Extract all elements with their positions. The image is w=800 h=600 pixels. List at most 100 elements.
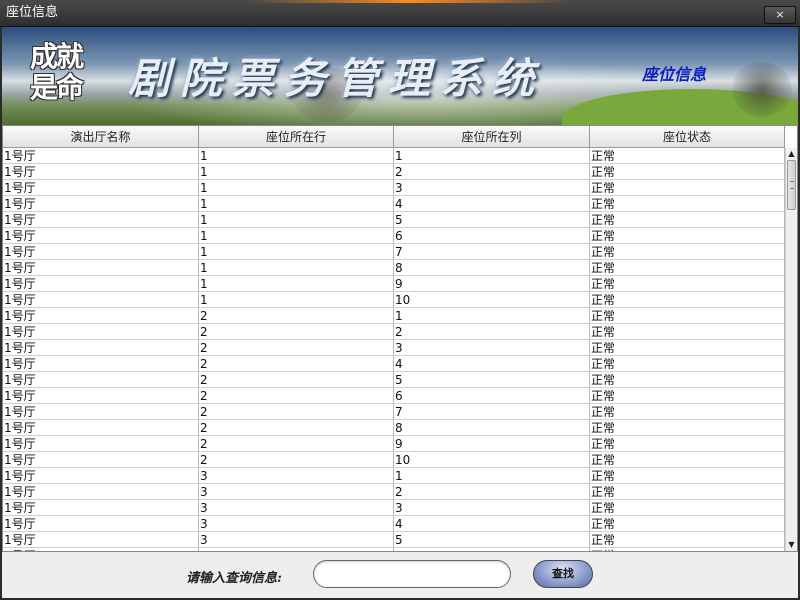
cell-column: 1: [394, 308, 590, 324]
cell-column: 9: [394, 436, 590, 452]
cell-status: 正常: [590, 356, 785, 372]
table-row[interactable]: 1号厅 2 8 正常: [3, 420, 785, 436]
cell-row: 1: [199, 148, 394, 164]
table-row[interactable]: 1号厅 2 10 正常: [3, 452, 785, 468]
cell-row: 3: [199, 516, 394, 532]
cell-status: 正常: [590, 372, 785, 388]
cell-hall: 1号厅: [3, 500, 199, 516]
cell-column: 4: [394, 516, 590, 532]
cell-row: 3: [199, 484, 394, 500]
cell-hall: 1号厅: [3, 228, 199, 244]
cell-row: 3: [199, 532, 394, 548]
cell-hall: 1号厅: [3, 420, 199, 436]
scroll-up-icon[interactable]: ▲: [786, 148, 797, 160]
cell-status: 正常: [590, 548, 785, 551]
table-row[interactable]: 1号厅 3 3 正常: [3, 500, 785, 516]
scroll-thumb[interactable]: [787, 160, 796, 210]
cell-row: 2: [199, 324, 394, 340]
search-label: 请输入查询信息:: [186, 571, 282, 586]
table-row[interactable]: 1号厅 2 4 正常: [3, 356, 785, 372]
cell-status: 正常: [590, 180, 785, 196]
cell-status: 正常: [590, 228, 785, 244]
cell-hall: 1号厅: [3, 212, 199, 228]
cell-hall: 1号厅: [3, 548, 199, 551]
table-row[interactable]: 1号厅 1 1 正常: [3, 148, 785, 164]
cell-hall: 1号厅: [3, 308, 199, 324]
cell-status: 正常: [590, 340, 785, 356]
table-row[interactable]: 1号厅 1 5 正常: [3, 212, 785, 228]
cell-status: 正常: [590, 420, 785, 436]
cell-column: 6: [394, 228, 590, 244]
cell-hall: 1号厅: [3, 148, 199, 164]
table-row[interactable]: 1号厅 2 7 正常: [3, 404, 785, 420]
column-header-status[interactable]: 座位状态: [590, 126, 785, 148]
cell-status: 正常: [590, 500, 785, 516]
cell-hall: 1号厅: [3, 260, 199, 276]
table-row[interactable]: 1号厅 1 9 正常: [3, 276, 785, 292]
table-row[interactable]: 1号厅36正常: [3, 548, 785, 551]
cell-hall: 1号厅: [3, 164, 199, 180]
table-row[interactable]: 1号厅 3 5 正常: [3, 532, 785, 548]
cell-status: 正常: [590, 404, 785, 420]
cell-row: 3: [199, 468, 394, 484]
cell-row: 1: [199, 180, 394, 196]
cell-column: 10: [394, 292, 590, 308]
cell-row: 1: [199, 212, 394, 228]
cell-hall: 1号厅: [3, 356, 199, 372]
cell-column: 1: [394, 468, 590, 484]
cell-row: 1: [199, 276, 394, 292]
table-row[interactable]: 1号厅 2 5 正常: [3, 372, 785, 388]
cell-row: 2: [199, 436, 394, 452]
cell-column: 6: [394, 548, 590, 551]
search-input[interactable]: [313, 560, 511, 588]
cell-row: 3: [199, 548, 394, 551]
table-row[interactable]: 1号厅 1 3 正常: [3, 180, 785, 196]
search-bar: 请输入查询信息: 查找: [2, 552, 798, 598]
table-row[interactable]: 1号厅 3 1 正常: [3, 468, 785, 484]
cell-column: 3: [394, 500, 590, 516]
table-row[interactable]: 1号厅 2 2 正常: [3, 324, 785, 340]
cell-status: 正常: [590, 276, 785, 292]
cell-row: 2: [199, 420, 394, 436]
header-banner: 成就 是命 剧院票务管理系统 座位信息: [2, 27, 798, 125]
cell-status: 正常: [590, 196, 785, 212]
cell-column: 2: [394, 324, 590, 340]
cell-hall: 1号厅: [3, 244, 199, 260]
table-row[interactable]: 1号厅 1 2 正常: [3, 164, 785, 180]
column-header-hall[interactable]: 演出厅名称: [3, 126, 199, 148]
table-row[interactable]: 1号厅 2 9 正常: [3, 436, 785, 452]
table-row[interactable]: 1号厅 1 6 正常: [3, 228, 785, 244]
cell-column: 5: [394, 212, 590, 228]
cell-hall: 1号厅: [3, 340, 199, 356]
logo: 成就 是命: [30, 41, 106, 111]
table-row[interactable]: 1号厅 1 4 正常: [3, 196, 785, 212]
table-row[interactable]: 1号厅 1 10 正常: [3, 292, 785, 308]
cell-status: 正常: [590, 388, 785, 404]
table-row[interactable]: 1号厅 2 3 正常: [3, 340, 785, 356]
cell-column: 2: [394, 164, 590, 180]
cell-row: 1: [199, 292, 394, 308]
cell-row: 1: [199, 228, 394, 244]
logo-line-2: 是命: [30, 71, 84, 104]
column-header-row[interactable]: 座位所在行: [199, 126, 394, 148]
cell-status: 正常: [590, 436, 785, 452]
cell-row: 2: [199, 372, 394, 388]
cell-status: 正常: [590, 164, 785, 180]
column-header-column[interactable]: 座位所在列: [394, 126, 590, 148]
scroll-down-icon[interactable]: ▼: [786, 539, 797, 551]
cell-column: 10: [394, 452, 590, 468]
table-row[interactable]: 1号厅 1 7 正常: [3, 244, 785, 260]
table-row[interactable]: 1号厅 1 8 正常: [3, 260, 785, 276]
vertical-scrollbar[interactable]: ▲ ▼: [785, 148, 797, 551]
logo-line-1: 成就: [30, 40, 84, 73]
cell-column: 8: [394, 420, 590, 436]
cell-row: 2: [199, 404, 394, 420]
cell-status: 正常: [590, 244, 785, 260]
table-row[interactable]: 1号厅 2 6 正常: [3, 388, 785, 404]
table-row[interactable]: 1号厅 2 1 正常: [3, 308, 785, 324]
cell-hall: 1号厅: [3, 292, 199, 308]
table-row[interactable]: 1号厅 3 2 正常: [3, 484, 785, 500]
search-button[interactable]: 查找: [533, 560, 593, 588]
close-button[interactable]: ×: [764, 6, 796, 24]
table-row[interactable]: 1号厅 3 4 正常: [3, 516, 785, 532]
